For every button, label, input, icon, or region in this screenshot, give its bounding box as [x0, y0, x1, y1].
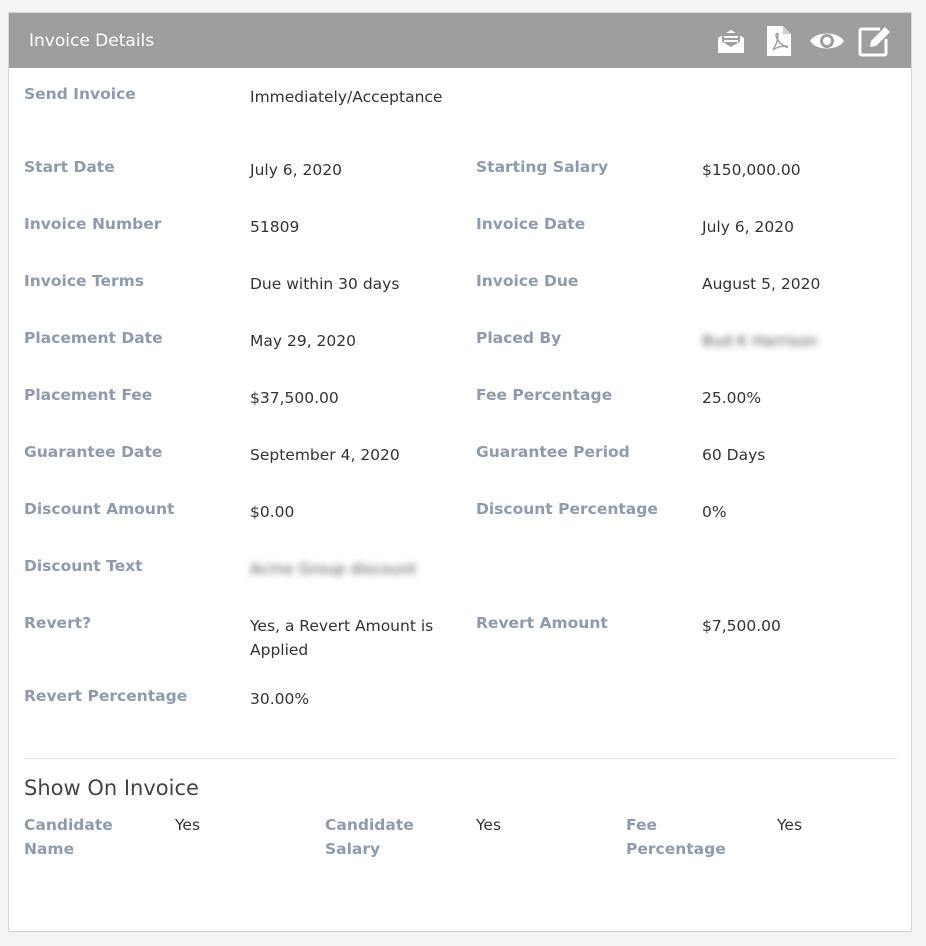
show-on-invoice-title: Show On Invoice: [24, 776, 199, 800]
fee-percentage-value: 25.00%: [702, 389, 762, 407]
starting-salary-value: $150,000.00: [702, 161, 801, 179]
starting-salary-label: Starting Salary: [476, 158, 609, 176]
placement-date-value: May 29, 2020: [250, 332, 356, 350]
discount-percentage-value: 0%: [702, 503, 727, 521]
invoice-number-value: 51809: [250, 218, 300, 236]
send-invoice-value: Immediately/Acceptance: [250, 88, 443, 106]
guarantee-period-value: 60 Days: [702, 446, 766, 464]
edit-icon[interactable]: [857, 23, 893, 59]
candidate-salary-value: Yes: [476, 816, 502, 834]
guarantee-period-label: Guarantee Period: [476, 443, 630, 461]
placement-date-label: Placement Date: [24, 329, 163, 347]
send-invoice-label: Send Invoice: [24, 85, 136, 103]
revert-percentage-value: 30.00%: [250, 690, 310, 708]
candidate-name-value: Yes: [175, 816, 201, 834]
candidate-salary-label: Candidate Salary: [325, 816, 414, 858]
show-fee-percentage-label: Fee Percentage: [626, 816, 726, 858]
revert-amount-label: Revert Amount: [476, 614, 608, 632]
discount-amount-label: Discount Amount: [24, 500, 175, 518]
panel-title: Invoice Details: [29, 30, 155, 51]
invoice-terms-value: Due within 30 days: [250, 275, 400, 293]
placement-fee-label: Placement Fee: [24, 386, 153, 404]
view-eye-icon[interactable]: [809, 23, 845, 59]
revert-percentage-label: Revert Percentage: [24, 687, 188, 705]
invoice-due-value: August 5, 2020: [702, 275, 821, 293]
placed-by-label: Placed By: [476, 329, 562, 347]
invoice-date-label: Invoice Date: [476, 215, 586, 233]
start-date-value: July 6, 2020: [250, 161, 342, 179]
discount-amount-value: $0.00: [250, 503, 295, 521]
email-icon[interactable]: [713, 23, 749, 59]
placed-by-value: Bud K Harrison: [702, 332, 818, 350]
section-divider: [24, 758, 897, 759]
guarantee-date-value: September 4, 2020: [250, 446, 400, 464]
header-actions: [713, 23, 893, 59]
discount-text-value: Acme Group discount: [250, 560, 417, 578]
start-date-label: Start Date: [24, 158, 115, 176]
invoice-number-label: Invoice Number: [24, 215, 162, 233]
invoice-due-label: Invoice Due: [476, 272, 579, 290]
fee-percentage-label: Fee Percentage: [476, 386, 613, 404]
revert-amount-value: $7,500.00: [702, 617, 781, 635]
discount-percentage-label: Discount Percentage: [476, 500, 658, 518]
revert-value: Yes, a Revert Amount is Applied: [250, 617, 434, 659]
show-fee-percentage-value: Yes: [777, 816, 803, 834]
pdf-icon[interactable]: [761, 23, 797, 59]
invoice-date-value: July 6, 2020: [702, 218, 794, 236]
invoice-details-panel: Invoice Details Send Invoice Immediately…: [8, 12, 912, 932]
discount-text-label: Discount Text: [24, 557, 143, 575]
candidate-name-label: Candidate Name: [24, 816, 113, 858]
revert-label: Revert?: [24, 614, 92, 632]
panel-header: Invoice Details: [9, 13, 911, 68]
guarantee-date-label: Guarantee Date: [24, 443, 163, 461]
invoice-terms-label: Invoice Terms: [24, 272, 145, 290]
placement-fee-value: $37,500.00: [250, 389, 339, 407]
